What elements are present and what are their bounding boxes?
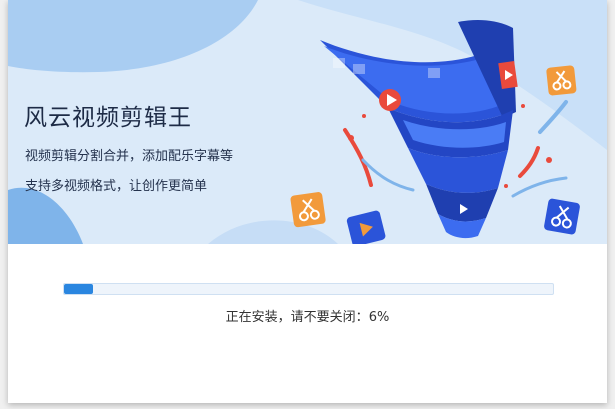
- banner: 风云视频剪辑王 视频剪辑分割合并，添加配乐字幕等 支持多视频格式，让创作更简单: [8, 0, 607, 244]
- install-progress-fill: [64, 284, 94, 294]
- scissors-icon: [546, 65, 577, 96]
- tagline-formats: 支持多视频格式，让创作更简单: [25, 179, 208, 194]
- install-status-text: 正在安装，请不要关闭：: [225, 310, 369, 325]
- install-panel: 正在安装，请不要关闭：6%: [8, 244, 607, 403]
- installer-window: 风云视频剪辑王 视频剪辑分割合并，添加配乐字幕等 支持多视频格式，让创作更简单 …: [8, 0, 607, 403]
- play-icon: [346, 210, 386, 244]
- app-title: 风云视频剪辑王: [24, 105, 192, 131]
- tagline-features: 视频剪辑分割合并，添加配乐字幕等: [25, 149, 234, 164]
- video-funnel-illustration: [320, 20, 518, 239]
- top-left-wave: [8, 0, 258, 73]
- install-percent: 6%: [368, 310, 390, 325]
- scissors-icon: [290, 192, 326, 228]
- bottom-left-wave: [8, 187, 83, 244]
- install-progress-bar: [63, 283, 554, 295]
- install-status: 正在安装，请不要关闭：6%: [8, 306, 607, 325]
- scissors-icon: [544, 198, 580, 235]
